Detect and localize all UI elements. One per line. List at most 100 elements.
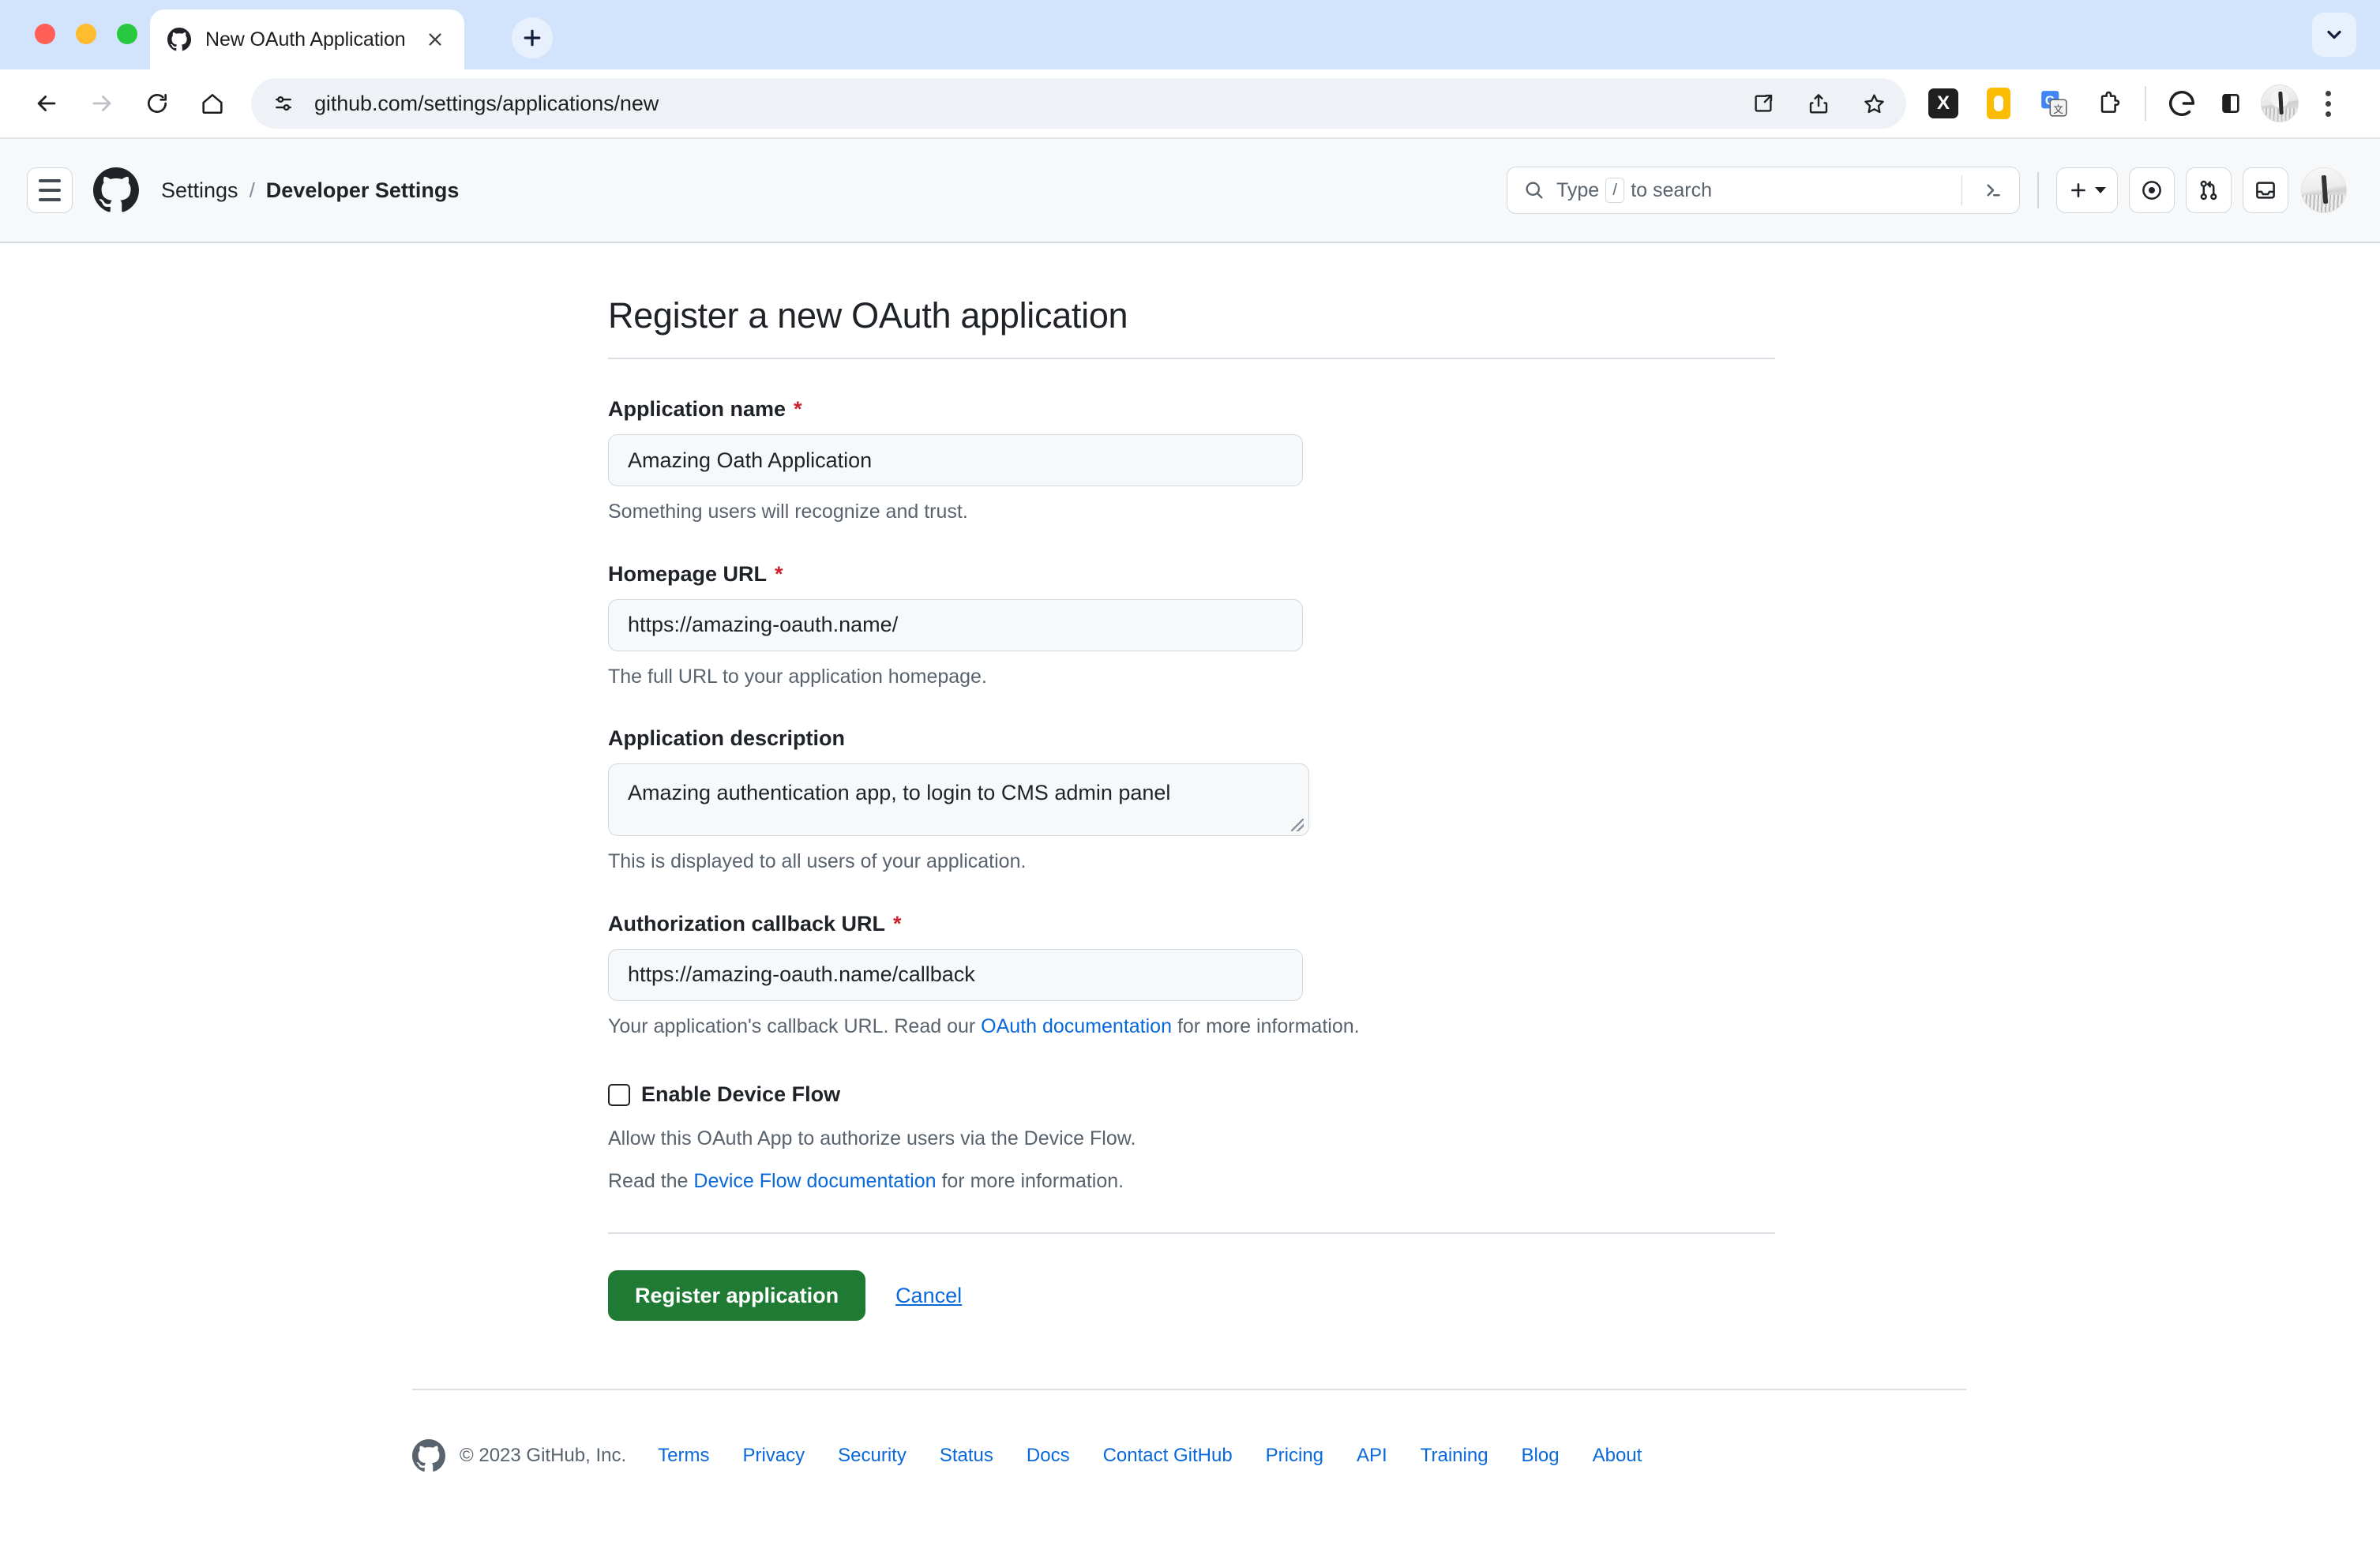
enable-device-flow-row[interactable]: Enable Device Flow: [608, 1082, 1775, 1107]
footer-section: © 2023 GitHub, Inc. Terms Privacy Securi…: [0, 1321, 2380, 1472]
chevron-down-icon: [2095, 187, 2106, 193]
maximize-window-button[interactable]: [117, 24, 137, 44]
browser-tab-title: New OAuth Application: [205, 28, 406, 51]
resize-grip-icon[interactable]: [1291, 819, 1304, 831]
oauth-documentation-link[interactable]: OAuth documentation: [981, 1015, 1172, 1037]
google-g-icon[interactable]: [2157, 79, 2206, 128]
search-placeholder-suffix: to search: [1631, 178, 1713, 201]
note-text-before: Read the: [608, 1169, 694, 1192]
note-text-after: for more information.: [1172, 1014, 1360, 1037]
close-icon[interactable]: [422, 26, 449, 53]
search-placeholder-prefix: Type: [1556, 178, 1600, 201]
device-flow-documentation-link[interactable]: Device Flow documentation: [693, 1170, 936, 1192]
search-icon: [1523, 179, 1545, 201]
close-window-button[interactable]: [35, 24, 55, 44]
device-flow-note-2: Read the Device Flow documentation for m…: [608, 1167, 1775, 1197]
arrow-right-icon[interactable]: [74, 76, 130, 131]
field-note: This is displayed to all users of your a…: [608, 850, 1027, 872]
required-marker: *: [893, 911, 902, 936]
hamburger-menu-icon[interactable]: [27, 167, 73, 213]
search-divider: [1961, 175, 1962, 205]
tab-search-button[interactable]: [2312, 13, 2356, 57]
field-application-name: Application name * Amazing Oath Applicat…: [608, 397, 1775, 527]
footer-link-security[interactable]: Security: [838, 1445, 907, 1467]
breadcrumb-separator: /: [249, 178, 255, 202]
terminal-prompt-icon[interactable]: [1981, 178, 2011, 202]
tune-sliders-icon[interactable]: [272, 92, 295, 115]
window-controls: [35, 24, 137, 44]
pull-requests-button[interactable]: [2186, 167, 2232, 213]
minimize-window-button[interactable]: [76, 24, 96, 44]
footer-copyright: © 2023 GitHub, Inc.: [460, 1445, 627, 1466]
open-in-new-icon[interactable]: [1739, 79, 1788, 128]
footer-link-blog[interactable]: Blog: [1522, 1445, 1560, 1467]
breadcrumb: Settings / Developer Settings: [161, 178, 459, 203]
create-new-button[interactable]: [2056, 167, 2118, 213]
reload-icon[interactable]: [130, 76, 185, 131]
field-label-text: Application name: [608, 397, 786, 421]
star-icon[interactable]: [1849, 79, 1898, 128]
field-note: Your application's callback URL. Read ou…: [608, 1012, 1775, 1042]
extension-x-icon[interactable]: X: [1919, 79, 1968, 128]
share-icon[interactable]: [1794, 79, 1843, 128]
footer-link-privacy[interactable]: Privacy: [742, 1445, 805, 1467]
search-placeholder: Type / to search: [1556, 178, 1950, 203]
page-body: Register a new OAuth application Applica…: [0, 243, 2380, 1472]
enable-device-flow-checkbox[interactable]: [608, 1083, 630, 1106]
plus-icon: [2068, 180, 2089, 201]
field-note: The full URL to your application homepag…: [608, 665, 987, 688]
breadcrumb-settings-link[interactable]: Settings: [161, 178, 238, 203]
search-input[interactable]: Type / to search: [1507, 167, 2020, 214]
field-label-text: Authorization callback URL: [608, 911, 886, 936]
inbox-button[interactable]: [2243, 167, 2288, 213]
github-mark-icon[interactable]: [93, 167, 139, 213]
home-icon[interactable]: [185, 76, 240, 131]
three-dots-menu-icon[interactable]: [2304, 79, 2352, 128]
footer-link-about[interactable]: About: [1593, 1445, 1642, 1467]
field-label: Application description: [608, 726, 1775, 751]
footer-link-contact-github[interactable]: Contact GitHub: [1103, 1445, 1233, 1467]
svg-text:文: 文: [2053, 104, 2063, 115]
side-panel-icon[interactable]: [2206, 79, 2255, 128]
github-mark-icon: [167, 28, 191, 51]
application-description-textarea[interactable]: Amazing authentication app, to login to …: [608, 763, 1309, 836]
address-bar[interactable]: github.com/settings/applications/new: [251, 78, 1906, 129]
footer-link-terms[interactable]: Terms: [658, 1445, 709, 1467]
extension-puzzle-icon[interactable]: [2085, 79, 2134, 128]
address-bar-url: github.com/settings/applications/new: [314, 91, 659, 115]
footer-link-docs[interactable]: Docs: [1027, 1445, 1070, 1467]
field-authorization-callback-url: Authorization callback URL * https://ama…: [608, 912, 1775, 1042]
field-application-description: Application description Amazing authenti…: [608, 726, 1775, 877]
browser-extensions: X G文: [1919, 79, 2134, 128]
actions-divider: [608, 1232, 1775, 1234]
homepage-url-input[interactable]: https://amazing-oauth.name/: [608, 598, 1303, 651]
git-pull-request-icon: [2197, 178, 2220, 202]
footer: © 2023 GitHub, Inc. Terms Privacy Securi…: [412, 1439, 2380, 1472]
google-translate-icon[interactable]: G文: [2029, 79, 2078, 128]
browser-tab[interactable]: New OAuth Application: [150, 9, 464, 69]
authorization-callback-url-input[interactable]: https://amazing-oauth.name/callback: [608, 948, 1303, 1001]
user-avatar[interactable]: [2301, 167, 2347, 213]
github-mark-icon: [412, 1439, 445, 1472]
field-label: Authorization callback URL *: [608, 912, 1775, 936]
search-slash-key: /: [1605, 178, 1625, 203]
footer-link-api[interactable]: API: [1357, 1445, 1387, 1467]
arrow-left-icon[interactable]: [19, 76, 74, 131]
footer-link-pricing[interactable]: Pricing: [1266, 1445, 1323, 1467]
browser-toolbar: github.com/settings/applications/new X 文: [0, 69, 2380, 137]
issues-button[interactable]: [2129, 167, 2175, 213]
required-marker: *: [775, 561, 783, 586]
register-application-button[interactable]: Register application: [608, 1270, 866, 1321]
profile-avatar[interactable]: [2255, 79, 2304, 128]
field-label-text: Homepage URL: [608, 561, 768, 586]
github-header: Settings / Developer Settings Type / to …: [0, 139, 2380, 243]
new-tab-button[interactable]: [512, 17, 553, 58]
footer-link-training[interactable]: Training: [1421, 1445, 1488, 1467]
extension-amber-icon[interactable]: [1974, 79, 2023, 128]
toolbar-divider: [2145, 86, 2146, 121]
application-name-input[interactable]: Amazing Oath Application: [608, 434, 1303, 486]
cancel-button[interactable]: Cancel: [895, 1284, 962, 1308]
footer-link-status[interactable]: Status: [940, 1445, 993, 1467]
note-text-before: Your application's callback URL. Read ou…: [608, 1014, 982, 1037]
issue-opened-icon: [2140, 178, 2164, 202]
